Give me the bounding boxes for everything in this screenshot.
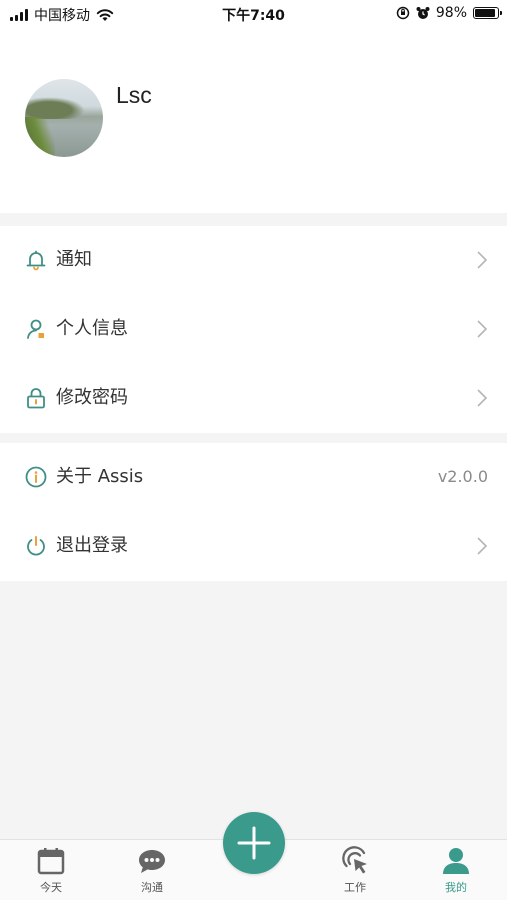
alarm-icon [416,7,430,19]
status-bar: 中国移动 下午7:40 98% [0,0,507,28]
chevron-right-icon [477,320,488,338]
cursor-click-icon [342,846,367,874]
lock-icon [27,388,45,409]
chevron-right-icon [477,251,488,269]
settings-group-1: 通知 个人信息 修改密码 [0,226,507,433]
menu-item-label: 通知 [56,249,92,270]
menu-item-label: 退出登录 [56,535,128,556]
add-button[interactable] [223,812,285,874]
menu-item-label: 个人信息 [56,318,128,339]
tab-label: 工作 [344,881,366,894]
menu-item-label: 关于 Assis [56,466,144,487]
chevron-right-icon [477,537,488,555]
tab-today[interactable]: 今天 [21,846,81,895]
menu-item-notifications[interactable]: 通知 [0,226,507,295]
tab-work[interactable]: 工作 [325,846,385,895]
tab-label: 沟通 [141,881,163,894]
chevron-right-icon [477,389,488,407]
profile-header[interactable]: Lsc [0,28,507,213]
tab-label: 今天 [40,881,62,894]
info-icon [25,466,47,488]
settings-group-2: 关于 Assis v2.0.0 退出登录 [0,443,507,581]
avatar[interactable] [25,79,103,157]
orientation-lock-icon [396,6,410,20]
chat-bubble-icon [139,850,165,873]
status-right: 98% [396,5,502,21]
calendar-icon [37,848,65,875]
tab-communicate[interactable]: 沟通 [122,846,182,895]
menu-item-change-password[interactable]: 修改密码 [0,364,507,433]
power-icon [27,536,45,556]
plus-icon [237,826,271,860]
menu-item-about[interactable]: 关于 Assis v2.0.0 [0,443,507,512]
tab-mine[interactable]: 我的 [426,846,486,895]
app-version: v2.0.0 [437,467,488,486]
user-icon [27,319,44,339]
tab-label: 我的 [445,881,467,894]
person-icon [443,848,469,874]
battery-percent: 98% [435,5,467,21]
menu-item-label: 修改密码 [56,387,128,408]
bell-icon [26,250,46,271]
battery-fill [475,9,495,17]
battery-icon [473,7,502,19]
username: Lsc [116,82,152,108]
menu-item-personal-info[interactable]: 个人信息 [0,295,507,364]
menu-item-logout[interactable]: 退出登录 [0,512,507,581]
